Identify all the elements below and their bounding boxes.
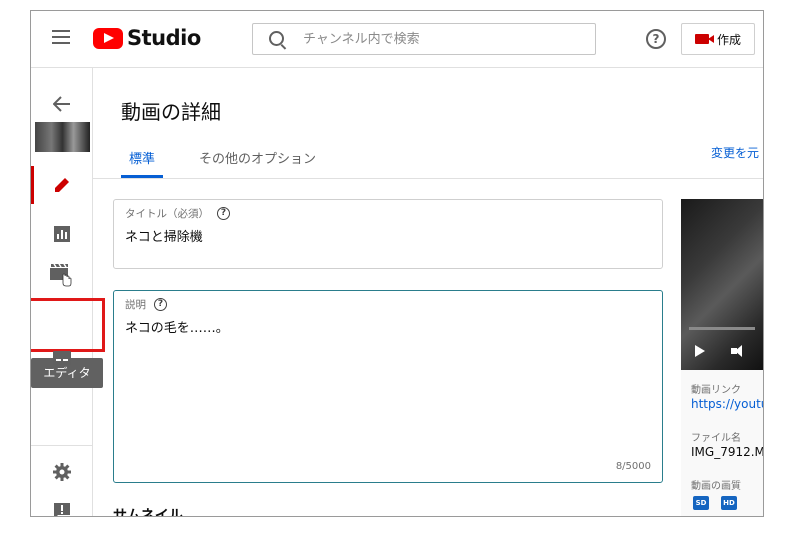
video-link-label: 動画リンク [691, 385, 741, 396]
help-icon[interactable]: ? [646, 29, 666, 49]
filename-value: IMG_7912.M [691, 445, 764, 459]
tabs-divider [93, 178, 763, 179]
video-quality-label: 動画の画質 [691, 481, 741, 492]
description-input[interactable]: ネコの毛を……。 [125, 317, 229, 336]
logo-text: Studio [127, 26, 201, 50]
sidebar-item-details[interactable] [31, 165, 92, 205]
video-link[interactable]: https://youtu [691, 397, 763, 411]
feedback-icon [53, 503, 70, 516]
hamburger-menu-icon[interactable] [52, 30, 70, 44]
undo-changes-link[interactable]: 変更を元 [711, 144, 759, 161]
sd-badge: SD [693, 496, 709, 510]
video-player[interactable] [681, 199, 763, 370]
sidebar-item-feedback[interactable] [31, 491, 92, 516]
analytics-icon [53, 226, 70, 242]
sidebar-item-editor[interactable] [31, 256, 92, 296]
search-box[interactable] [252, 23, 596, 55]
thumbnail-heading: サムネイル [113, 508, 183, 517]
youtube-play-icon [93, 27, 123, 49]
character-counter: 8/5000 [615, 461, 651, 472]
create-button-label: 作成 [716, 32, 741, 47]
left-sidebar: エディタ [31, 68, 105, 516]
video-camera-icon [694, 34, 714, 44]
main-content: 動画の詳細 標準 その他のオプション 変更を元 タイトル（必須） ? ネコと掃除… [93, 68, 763, 516]
description-field[interactable]: 説明 ? ネコの毛を……。 8/5000 [113, 290, 663, 483]
description-field-label: 説明 ? [125, 297, 167, 312]
page-title: 動画の詳細 [121, 100, 221, 124]
volume-icon[interactable] [731, 345, 742, 357]
title-help-icon[interactable]: ? [217, 207, 230, 220]
back-arrow-icon [52, 96, 70, 112]
studio-window: Studio ? 作成 [30, 10, 764, 517]
tab-standard[interactable]: 標準 [121, 148, 164, 178]
tab-more-options-label: その他のオプション [199, 152, 317, 167]
tab-standard-label: 標準 [129, 152, 156, 167]
create-button[interactable]: 作成 [681, 23, 755, 55]
sidebar-divider [31, 445, 92, 446]
video-preview-panel: 動画リンク https://youtu ファイル名 IMG_7912.M 動画の… [681, 199, 763, 516]
sidebar-item-settings[interactable] [31, 452, 92, 492]
top-bar: Studio ? 作成 [31, 11, 763, 68]
description-label-text: 説明 [125, 299, 146, 311]
youtube-studio-logo[interactable]: Studio [93, 26, 201, 50]
play-icon[interactable] [695, 345, 705, 357]
search-icon[interactable] [269, 31, 284, 46]
sidebar-item-analytics[interactable] [31, 214, 92, 254]
title-field-label: タイトル（必須） ? [125, 206, 230, 221]
video-thumbnail[interactable] [35, 122, 90, 152]
title-label-text: タイトル（必須） [125, 208, 209, 220]
filename-label: ファイル名 [691, 433, 741, 444]
subtitles-icon [52, 351, 71, 365]
back-button[interactable] [31, 84, 92, 124]
sidebar-item-subtitles[interactable] [31, 338, 92, 378]
hd-badge: HD [721, 496, 737, 510]
title-field[interactable]: タイトル（必須） ? ネコと掃除機 [113, 199, 663, 269]
pencil-icon [54, 178, 69, 192]
clapperboard-icon [49, 263, 71, 287]
tab-more-options[interactable]: その他のオプション [191, 148, 324, 178]
search-input[interactable] [301, 28, 585, 50]
title-input[interactable]: ネコと掃除機 [125, 226, 203, 245]
description-help-icon[interactable]: ? [154, 298, 167, 311]
video-progress-bar[interactable] [689, 327, 755, 330]
gear-icon [52, 463, 71, 481]
